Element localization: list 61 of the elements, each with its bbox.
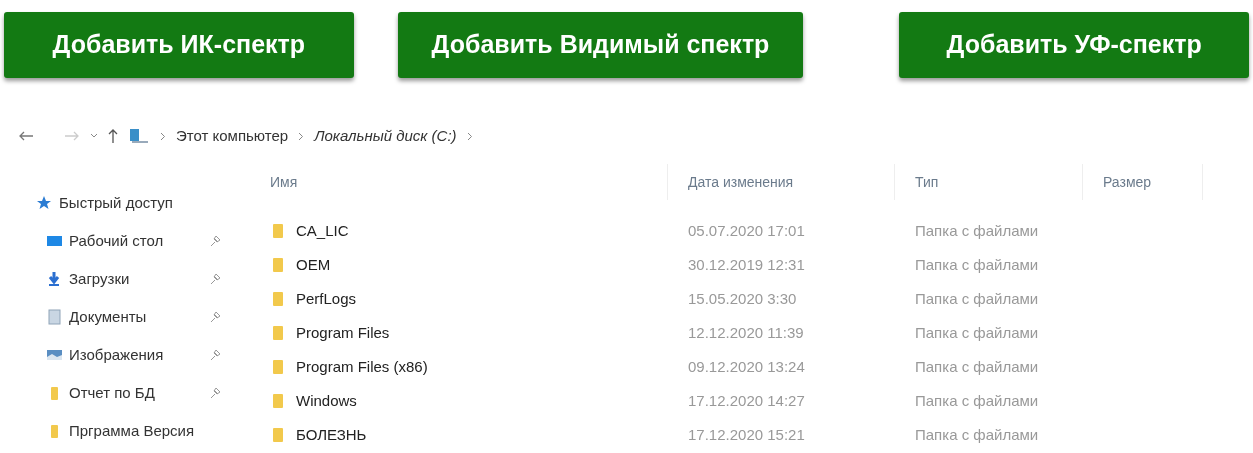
back-arrow-icon[interactable] [18,130,34,142]
table-cell-text: 05.07.2020 17:01 [688,220,805,241]
folder-icon [272,291,284,307]
pin-icon[interactable] [209,387,221,399]
up-arrow-icon[interactable] [108,129,118,143]
pin-icon[interactable] [209,311,221,323]
chevron-icon [466,131,473,141]
folder-icon [272,257,284,273]
folder-icon [272,325,284,341]
pin-icon[interactable] [209,349,221,361]
sidebar-item[interactable]: Изображения [69,343,209,367]
table-cell-text: 17.12.2020 14:27 [688,390,805,411]
folder-icon [272,359,284,375]
pin-icon[interactable] [209,273,221,285]
folder-icon [272,223,284,239]
table-cell-text: 30.12.2019 12:31 [688,254,805,275]
chevron-icon [160,131,166,141]
sidebar-item[interactable]: Отчет по БД [69,381,209,405]
column-header[interactable]: Дата изменения [668,164,895,200]
star-icon [36,195,53,211]
file-name[interactable]: БОЛЕЗНЬ [296,423,367,447]
table-cell-text: 15.05.2020 3:30 [688,288,797,309]
column-header[interactable]: Тип [895,164,1083,200]
add-spectrum-button[interactable]: Добавить УФ-спектр [899,12,1249,78]
table-cell-text: Папка с файлами [915,424,1039,445]
folder-icon [272,427,284,443]
sidebar-item[interactable]: Быстрый доступ [59,191,199,215]
dropdown-caret-icon[interactable] [90,133,98,139]
column-header[interactable]: Имя [250,164,668,200]
add-spectrum-button[interactable]: Добавить ИК-спектр [4,12,354,78]
document-icon [46,309,63,325]
desktop-icon [46,233,63,249]
table-cell-text: Папка с файлами [915,254,1039,275]
breadcrumb-item[interactable]: Локальный диск (C:) [314,124,457,148]
table-cell-text: Папка с файлами [915,390,1039,411]
table-cell-text: Папка с файлами [915,288,1039,309]
file-name[interactable]: Program Files [296,321,390,345]
sidebar-item[interactable]: Загрузки [69,267,209,291]
file-name[interactable]: Program Files (x86) [296,355,428,379]
column-header[interactable]: Размер [1083,164,1203,200]
sidebar-item[interactable]: Рабочий стол [69,229,209,253]
table-cell-text: Папка с файлами [915,356,1039,377]
file-name[interactable]: Windows [296,389,357,413]
table-cell-text: 09.12.2020 13:24 [688,356,805,377]
pin-icon[interactable] [209,235,221,247]
forward-arrow-icon[interactable] [64,130,80,142]
table-cell-text: 12.12.2020 11:39 [688,322,804,343]
table-cell-text: 17.12.2020 15:21 [688,424,805,445]
picture-icon [46,347,63,363]
folder-icon [272,393,284,409]
table-cell-text: Папка с файлами [915,322,1039,343]
sidebar-item[interactable]: Прграмма Версия [69,419,209,443]
sidebar-item[interactable]: Документы [69,305,209,329]
computer-icon [128,128,150,144]
add-spectrum-button[interactable]: Добавить Видимый спектр [397,12,804,78]
file-name[interactable]: OEM [296,253,331,277]
breadcrumb-item[interactable]: Этот компьютер [176,124,289,148]
file-name[interactable]: PerfLogs [296,287,357,311]
table-cell-text: Папка с файлами [915,220,1039,241]
chevron-icon [298,131,305,141]
file-name[interactable]: CA_LIC [296,219,349,243]
